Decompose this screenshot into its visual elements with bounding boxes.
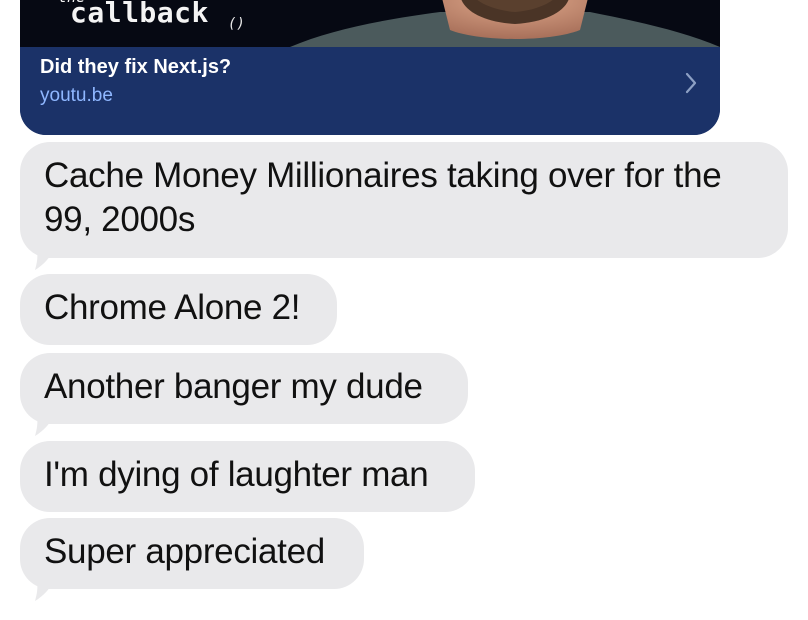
bubble-tail (35, 251, 53, 270)
bubble-tail (35, 582, 53, 601)
link-domain: youtu.be (40, 85, 113, 106)
message-bubble[interactable]: Chrome Alone 2! (20, 274, 337, 345)
message-bubble[interactable]: Another banger my dude (20, 353, 468, 424)
message-text: Another banger my dude (44, 367, 423, 406)
message-text: I'm dying of laughter man (44, 455, 429, 494)
presenter-photo (290, 0, 720, 47)
message-text: Super appreciated (44, 532, 325, 571)
thumbnail-text-parens: () (228, 16, 245, 32)
thumbnail-text-callback: callback (70, 0, 209, 29)
message-text: Chrome Alone 2! (44, 288, 301, 327)
message-text: Cache Money Millionaires taking over for… (44, 156, 722, 239)
link-title: Did they fix Next.js? (40, 56, 232, 78)
link-preview-info: Did they fix Next.js? youtu.be (20, 47, 720, 135)
message-bubble[interactable]: Super appreciated (20, 518, 364, 589)
link-preview-card[interactable]: the callback () Did they fix (20, 0, 720, 135)
video-thumbnail: the callback () (20, 0, 720, 47)
bubble-tail (35, 417, 53, 436)
message-bubble[interactable]: I'm dying of laughter man (20, 441, 475, 512)
messages-thread: the callback () Did they fix (0, 0, 808, 620)
message-bubble[interactable]: Cache Money Millionaires taking over for… (20, 142, 788, 258)
chevron-right-icon (685, 72, 697, 94)
